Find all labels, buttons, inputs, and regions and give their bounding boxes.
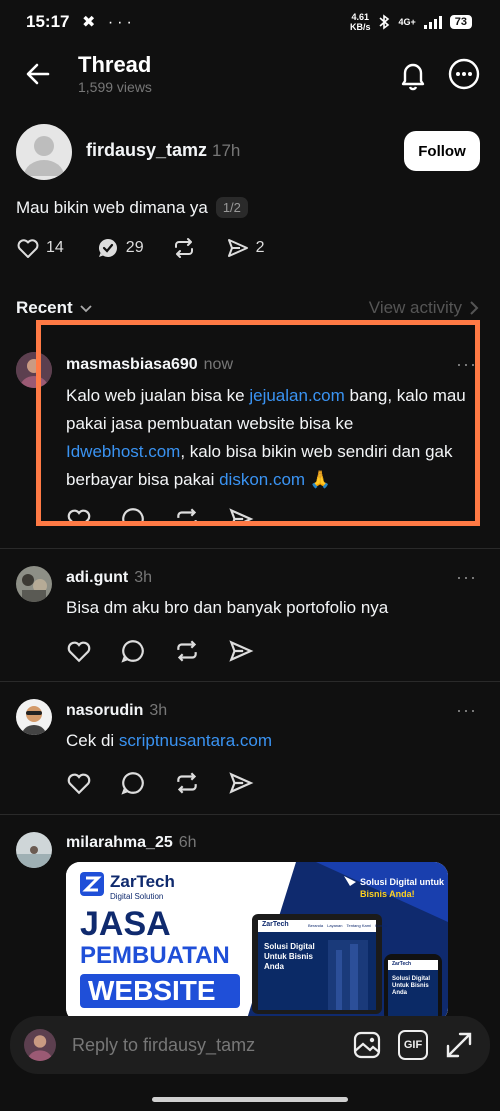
ad-mock-phone-title: Solusi Digital Untuk Bisnis Anda [392,976,431,996]
notification-icons: ✖ ··· [82,14,136,31]
chevron-right-icon [470,301,479,315]
sort-dropdown[interactable]: Recent [16,298,93,318]
views-count: 1,599 views [78,79,152,95]
divider [0,548,500,549]
avatar[interactable] [16,566,52,602]
network-type: 4G+ [398,16,416,27]
ad-mock-nav: Beranda Layanan Tentang Kami Kontak [308,923,388,928]
gif-button[interactable]: GIF [398,1030,428,1060]
ad-title-1: JASA [80,905,171,943]
send-icon[interactable] [228,638,254,664]
comment-actions [66,638,254,664]
ad-mock-brand: ZarTech [262,921,289,928]
post-time: 17h [212,141,241,160]
comment-body: Bisa dm aku bro dan banyak portofolio ny… [66,598,389,617]
ad-brand-sub: Digital Solution [110,892,164,901]
ad-title-2: PEMBUATAN [80,942,230,969]
avatar-photo-icon [24,1029,56,1061]
comment-body: Cek di scriptnusantara.com [66,731,272,750]
link-scriptnusantara[interactable]: scriptnusantara.com [119,731,272,750]
repost-icon[interactable] [174,770,200,796]
ad-title-3: WEBSITE [88,975,216,1006]
status-bar: 15:17 ✖ ··· 4.61 KB/s 4G+ 73 [0,0,500,44]
avatar[interactable] [16,124,72,180]
repost-icon[interactable] [174,638,200,664]
post-username[interactable]: firdausy_tamz [86,140,207,161]
divider [0,814,500,815]
comment-count: 29 [125,239,144,256]
heart-icon[interactable] [66,638,92,664]
comment-more-icon[interactable]: ··· [456,700,477,721]
repost-action[interactable] [172,236,196,260]
follow-button[interactable]: Follow [404,131,480,171]
send-icon [227,239,248,257]
repost-icon [174,238,193,258]
pager-badge[interactable]: 1/2 [215,197,248,218]
status-right: 4.61 KB/s 4G+ 73 [350,12,472,32]
avatar[interactable] [16,699,52,735]
highlight-box [36,320,480,526]
avatar-photo-icon [16,699,52,735]
more-options-icon[interactable] [448,58,480,90]
signal-icon [423,15,442,29]
avatar [24,1029,56,1061]
reply-input[interactable]: Reply to firdausy_tamz [72,1035,255,1056]
send-icon[interactable] [228,770,254,796]
comment-icon[interactable] [120,638,146,664]
comment-checked-icon [98,238,117,257]
bluetooth-icon [379,14,390,30]
post-text: Mau bikin web dimana ya 1/2 [16,197,248,218]
like-count: 14 [46,239,64,256]
default-avatar-icon [24,136,64,176]
ad-tagline: Solusi Digital untuk Bisnis Anda! [360,877,445,899]
page-title: Thread [78,52,152,77]
heart-icon[interactable] [66,770,92,796]
ad-mock-title: Solusi Digital Untuk Bisnis Anda [264,942,315,971]
like-action[interactable]: 14 [16,236,64,260]
post-actions: 14 29 2 [16,236,265,260]
status-time: 15:17 [26,12,70,31]
comment-username[interactable]: nasorudin 3h [66,702,167,720]
comment-action[interactable]: 29 [96,236,144,260]
ad-brand: ZarTech [110,872,175,891]
comment-username[interactable]: adi.gunt 3h [66,569,152,587]
bell-icon[interactable] [396,58,430,92]
net-speed: 4.61 KB/s [349,12,371,32]
share-count: 2 [255,239,265,256]
share-action[interactable]: 2 [226,236,265,260]
chevron-down-icon [80,305,92,313]
battery-icon: 73 [449,15,472,29]
comment-actions [66,770,254,796]
back-arrow-icon[interactable] [24,60,52,88]
home-indicator [152,1097,348,1102]
ad-image[interactable]: ZarTech Digital Solution Solusi Digital … [66,862,448,1022]
avatar-photo-icon [16,832,52,868]
comment-icon[interactable] [120,770,146,796]
comment-username[interactable]: milarahma_25 6h [66,834,197,852]
divider [0,681,500,682]
avatar-photo-icon [16,566,52,602]
avatar[interactable] [16,832,52,868]
heart-icon [17,239,39,258]
expand-icon[interactable] [444,1030,474,1060]
view-activity-link[interactable]: View activity [369,298,480,318]
comment-more-icon[interactable]: ··· [456,567,477,588]
image-icon[interactable] [352,1030,382,1060]
ad-mock-phone-brand: ZarTech [392,961,412,967]
